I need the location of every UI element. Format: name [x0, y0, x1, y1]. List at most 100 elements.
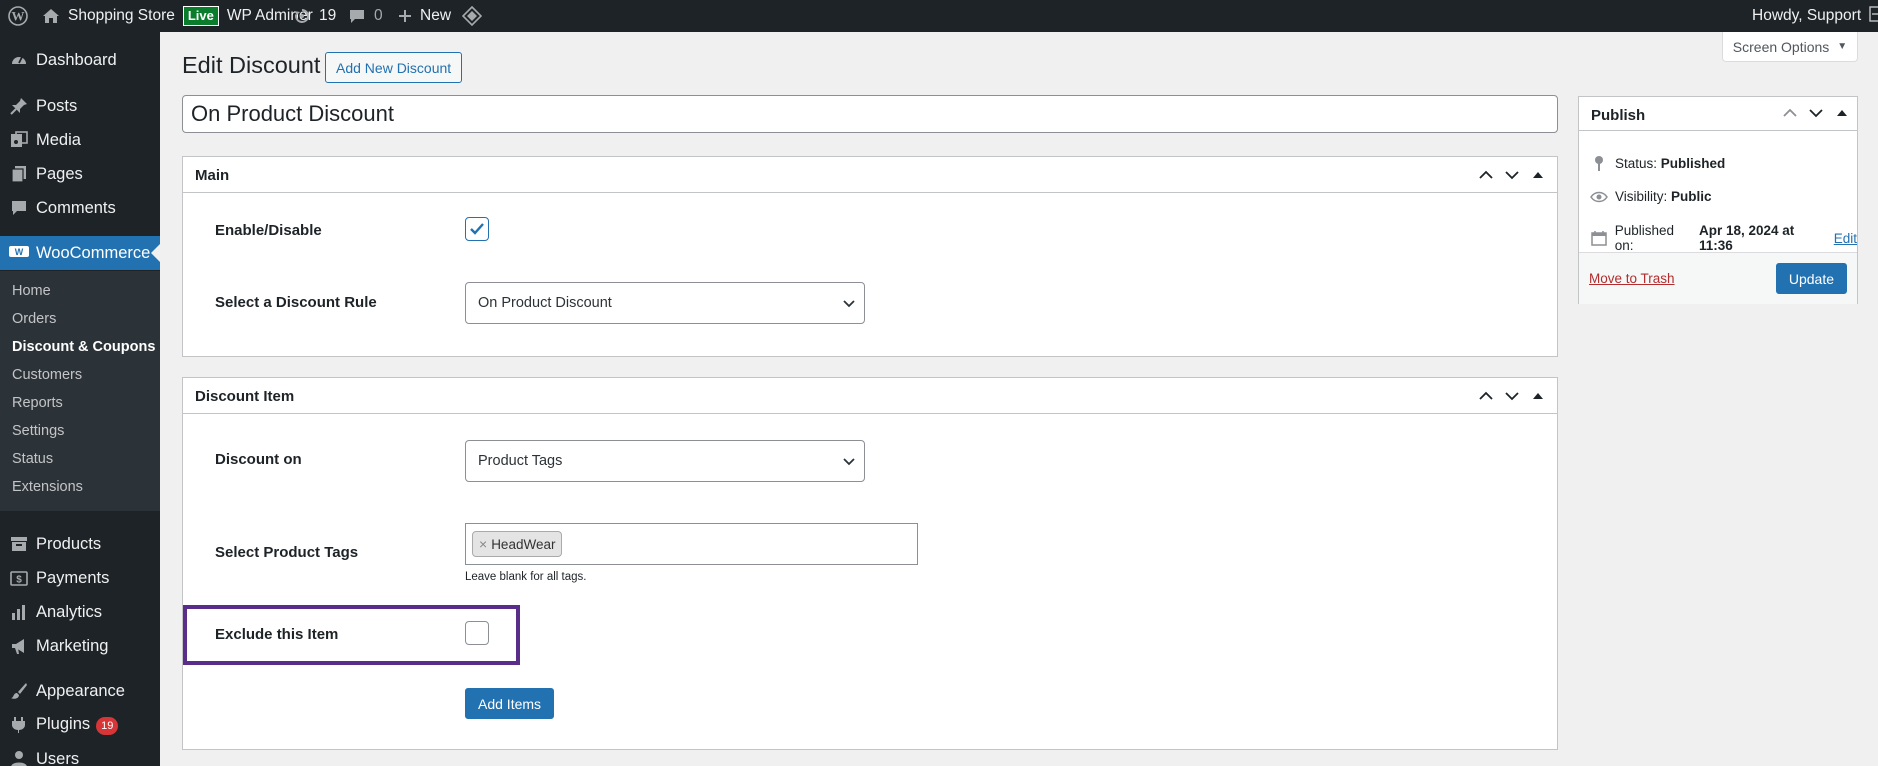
tag-chip: × HeadWear	[472, 531, 563, 557]
menu-analytics[interactable]: Analytics	[0, 595, 160, 629]
tags-help-text: Leave blank for all tags.	[465, 571, 587, 583]
submenu-reports[interactable]: Reports	[12, 395, 63, 411]
collapse-toggle-icon[interactable]	[1525, 163, 1551, 187]
my-account-menu[interactable]: Howdy, Support	[1752, 0, 1878, 32]
discount-item-actions	[1473, 384, 1551, 408]
discount-rule-value: On Product Discount	[478, 295, 612, 311]
menu-marketing-label: Marketing	[36, 636, 109, 655]
submenu-orders[interactable]: Orders	[12, 311, 56, 327]
menu-woocommerce[interactable]: W WooCommerce	[0, 236, 160, 270]
chevron-down-icon	[842, 297, 856, 313]
update-button[interactable]: Update	[1775, 263, 1847, 294]
menu-marketing[interactable]: Marketing	[0, 629, 160, 663]
publish-actions-bar: Move to Trash Update	[1579, 252, 1857, 304]
discount-on-value: Product Tags	[478, 453, 563, 469]
admin-sidebar: Dashboard Posts Media Pages Comments W W…	[0, 32, 160, 766]
edit-date-link[interactable]: Edit	[1834, 231, 1857, 246]
menu-plugins-text: Plugins	[36, 715, 91, 733]
comments-menu[interactable]: 0	[348, 0, 383, 32]
calendar-icon	[1589, 230, 1609, 246]
move-down-icon[interactable]	[1499, 163, 1525, 187]
remove-tag-icon[interactable]: ×	[479, 536, 487, 552]
published-value: Apr 18, 2024 at 11:36	[1698, 223, 1795, 253]
menu-analytics-label: Analytics	[36, 602, 103, 621]
comments-icon	[9, 198, 29, 218]
woocommerce-icon: W	[9, 243, 29, 263]
menu-products[interactable]: Products	[0, 527, 160, 561]
product-tags-input[interactable]: × HeadWear	[465, 523, 918, 565]
collapse-toggle-icon[interactable]	[1829, 101, 1855, 125]
submenu-status[interactable]: Status	[12, 451, 53, 467]
site-name-menu[interactable]: Shopping Store Live WP Adminer	[42, 0, 313, 32]
main-metabox: Main Enable/Disable Select a Discount Ru…	[182, 156, 1558, 357]
plugin-icon	[9, 715, 29, 735]
menu-media-label: Media	[36, 130, 81, 149]
paintbrush-icon	[9, 681, 29, 701]
bar-chart-icon	[9, 602, 29, 622]
move-up-icon[interactable]	[1473, 384, 1499, 408]
menu-pages[interactable]: Pages	[0, 157, 160, 191]
collapse-toggle-icon[interactable]	[1525, 384, 1551, 408]
status-value: Published	[1660, 155, 1726, 171]
publish-metabox: Publish Status: Published Visibility: Pu…	[1578, 96, 1858, 304]
discount-on-select[interactable]: Product Tags	[465, 440, 865, 482]
discount-item-header: Discount Item	[183, 378, 1557, 414]
move-up-icon[interactable]	[1777, 101, 1803, 125]
diamond-plugin-icon[interactable]	[462, 0, 482, 32]
wordpress-logo-icon[interactable]: W	[8, 0, 28, 32]
menu-pages-label: Pages	[36, 164, 83, 183]
publish-title: Publish	[1591, 107, 1646, 124]
discount-item-metabox: Discount Item Discount on Product Tags S…	[182, 377, 1558, 750]
woocommerce-submenu: Home Orders Discount & Coupons Customers…	[0, 271, 160, 511]
main-metabox-header: Main	[183, 157, 1557, 193]
menu-comments[interactable]: Comments	[0, 191, 160, 225]
submenu-customers[interactable]: Customers	[12, 367, 82, 383]
discount-title-input[interactable]	[182, 95, 1558, 133]
visibility-value: Public	[1671, 189, 1712, 204]
chevron-down-icon	[842, 455, 856, 471]
admin-bar: W Shopping Store Live WP Adminer 19 0 Ne…	[0, 0, 1878, 32]
menu-payments[interactable]: $ Payments	[0, 561, 160, 595]
visibility-row: Visibility: Public	[1589, 189, 1712, 204]
screen-options-toggle[interactable]: Screen Options ▼	[1722, 32, 1858, 62]
submenu-home[interactable]: Home	[12, 283, 51, 299]
move-down-icon[interactable]	[1803, 101, 1829, 125]
main-metabox-actions	[1473, 163, 1551, 187]
checkmark-icon	[470, 223, 484, 235]
new-content-menu[interactable]: New	[397, 0, 451, 32]
move-down-icon[interactable]	[1499, 384, 1525, 408]
submenu-discount-coupons[interactable]: Discount & Coupons	[12, 339, 155, 355]
page-title: Edit Discount	[182, 52, 321, 78]
submenu-extensions[interactable]: Extensions	[12, 479, 83, 495]
payments-icon: $	[9, 568, 29, 588]
pin-icon	[1589, 155, 1609, 171]
exclude-item-checkbox[interactable]	[465, 621, 489, 645]
menu-appearance[interactable]: Appearance	[0, 674, 160, 708]
discount-rule-select[interactable]: On Product Discount	[465, 282, 865, 324]
menu-users[interactable]: Users	[0, 742, 160, 766]
menu-comments-label: Comments	[36, 198, 116, 217]
menu-posts[interactable]: Posts	[0, 89, 160, 123]
media-icon	[9, 130, 29, 150]
updates-menu[interactable]: 19	[293, 0, 336, 32]
move-to-trash-link[interactable]: Move to Trash	[1589, 271, 1675, 286]
submenu-settings[interactable]: Settings	[12, 423, 64, 439]
main-metabox-title: Main	[195, 167, 230, 184]
add-new-discount-button[interactable]: Add New Discount	[325, 52, 463, 83]
add-items-button[interactable]: Add Items	[465, 688, 555, 719]
product-tags-label: Select Product Tags	[215, 544, 359, 561]
published-label: Published on:	[1614, 223, 1674, 253]
discount-item-title: Discount Item	[195, 388, 295, 405]
enable-checkbox[interactable]	[465, 217, 489, 241]
discount-on-label: Discount on	[215, 451, 302, 468]
home-icon	[42, 7, 60, 25]
dashboard-icon	[9, 50, 29, 70]
svg-text:W: W	[15, 247, 24, 257]
move-up-icon[interactable]	[1473, 163, 1499, 187]
menu-media[interactable]: Media	[0, 123, 160, 157]
plus-icon	[397, 8, 413, 24]
site-name: Shopping Store	[68, 7, 175, 24]
menu-dashboard[interactable]: Dashboard	[0, 43, 160, 77]
exclude-item-label: Exclude this Item	[215, 626, 339, 643]
menu-plugins[interactable]: Plugins 19	[0, 708, 160, 742]
